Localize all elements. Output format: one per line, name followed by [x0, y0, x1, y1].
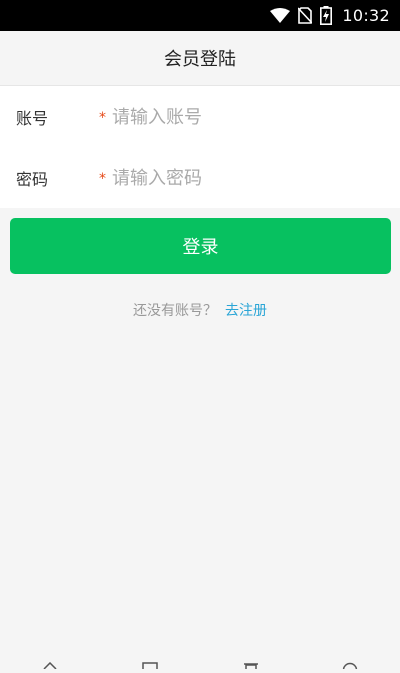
- password-input[interactable]: [112, 163, 382, 193]
- circle-icon[interactable]: [342, 654, 358, 673]
- status-bar: 10:32: [0, 0, 400, 31]
- app-header: 会员登陆: [0, 31, 400, 86]
- login-form: 账号 * 密码 *: [0, 86, 400, 208]
- register-link[interactable]: 去注册: [225, 300, 267, 320]
- nav-bar: [0, 650, 400, 673]
- password-row: 密码 *: [0, 147, 400, 208]
- account-input[interactable]: [112, 102, 382, 132]
- battery-charging-icon: [320, 6, 333, 25]
- no-sim-icon: [298, 7, 313, 24]
- clock: 10:32: [342, 6, 390, 25]
- trash-icon[interactable]: [243, 654, 259, 673]
- required-mark: *: [99, 110, 106, 126]
- register-prompt: 还没有账号？ 去注册: [0, 300, 400, 320]
- account-label: 账号: [16, 108, 49, 128]
- wifi-icon: [270, 7, 291, 24]
- account-row: 账号 *: [0, 86, 400, 147]
- login-button[interactable]: 登录: [10, 218, 391, 274]
- password-label: 密码: [16, 169, 49, 189]
- window-icon[interactable]: [142, 654, 158, 673]
- home-icon[interactable]: [43, 654, 57, 673]
- required-mark: *: [99, 171, 106, 187]
- page-title: 会员登陆: [164, 49, 236, 70]
- login-button-label: 登录: [182, 237, 219, 258]
- register-question: 还没有账号？: [133, 303, 217, 319]
